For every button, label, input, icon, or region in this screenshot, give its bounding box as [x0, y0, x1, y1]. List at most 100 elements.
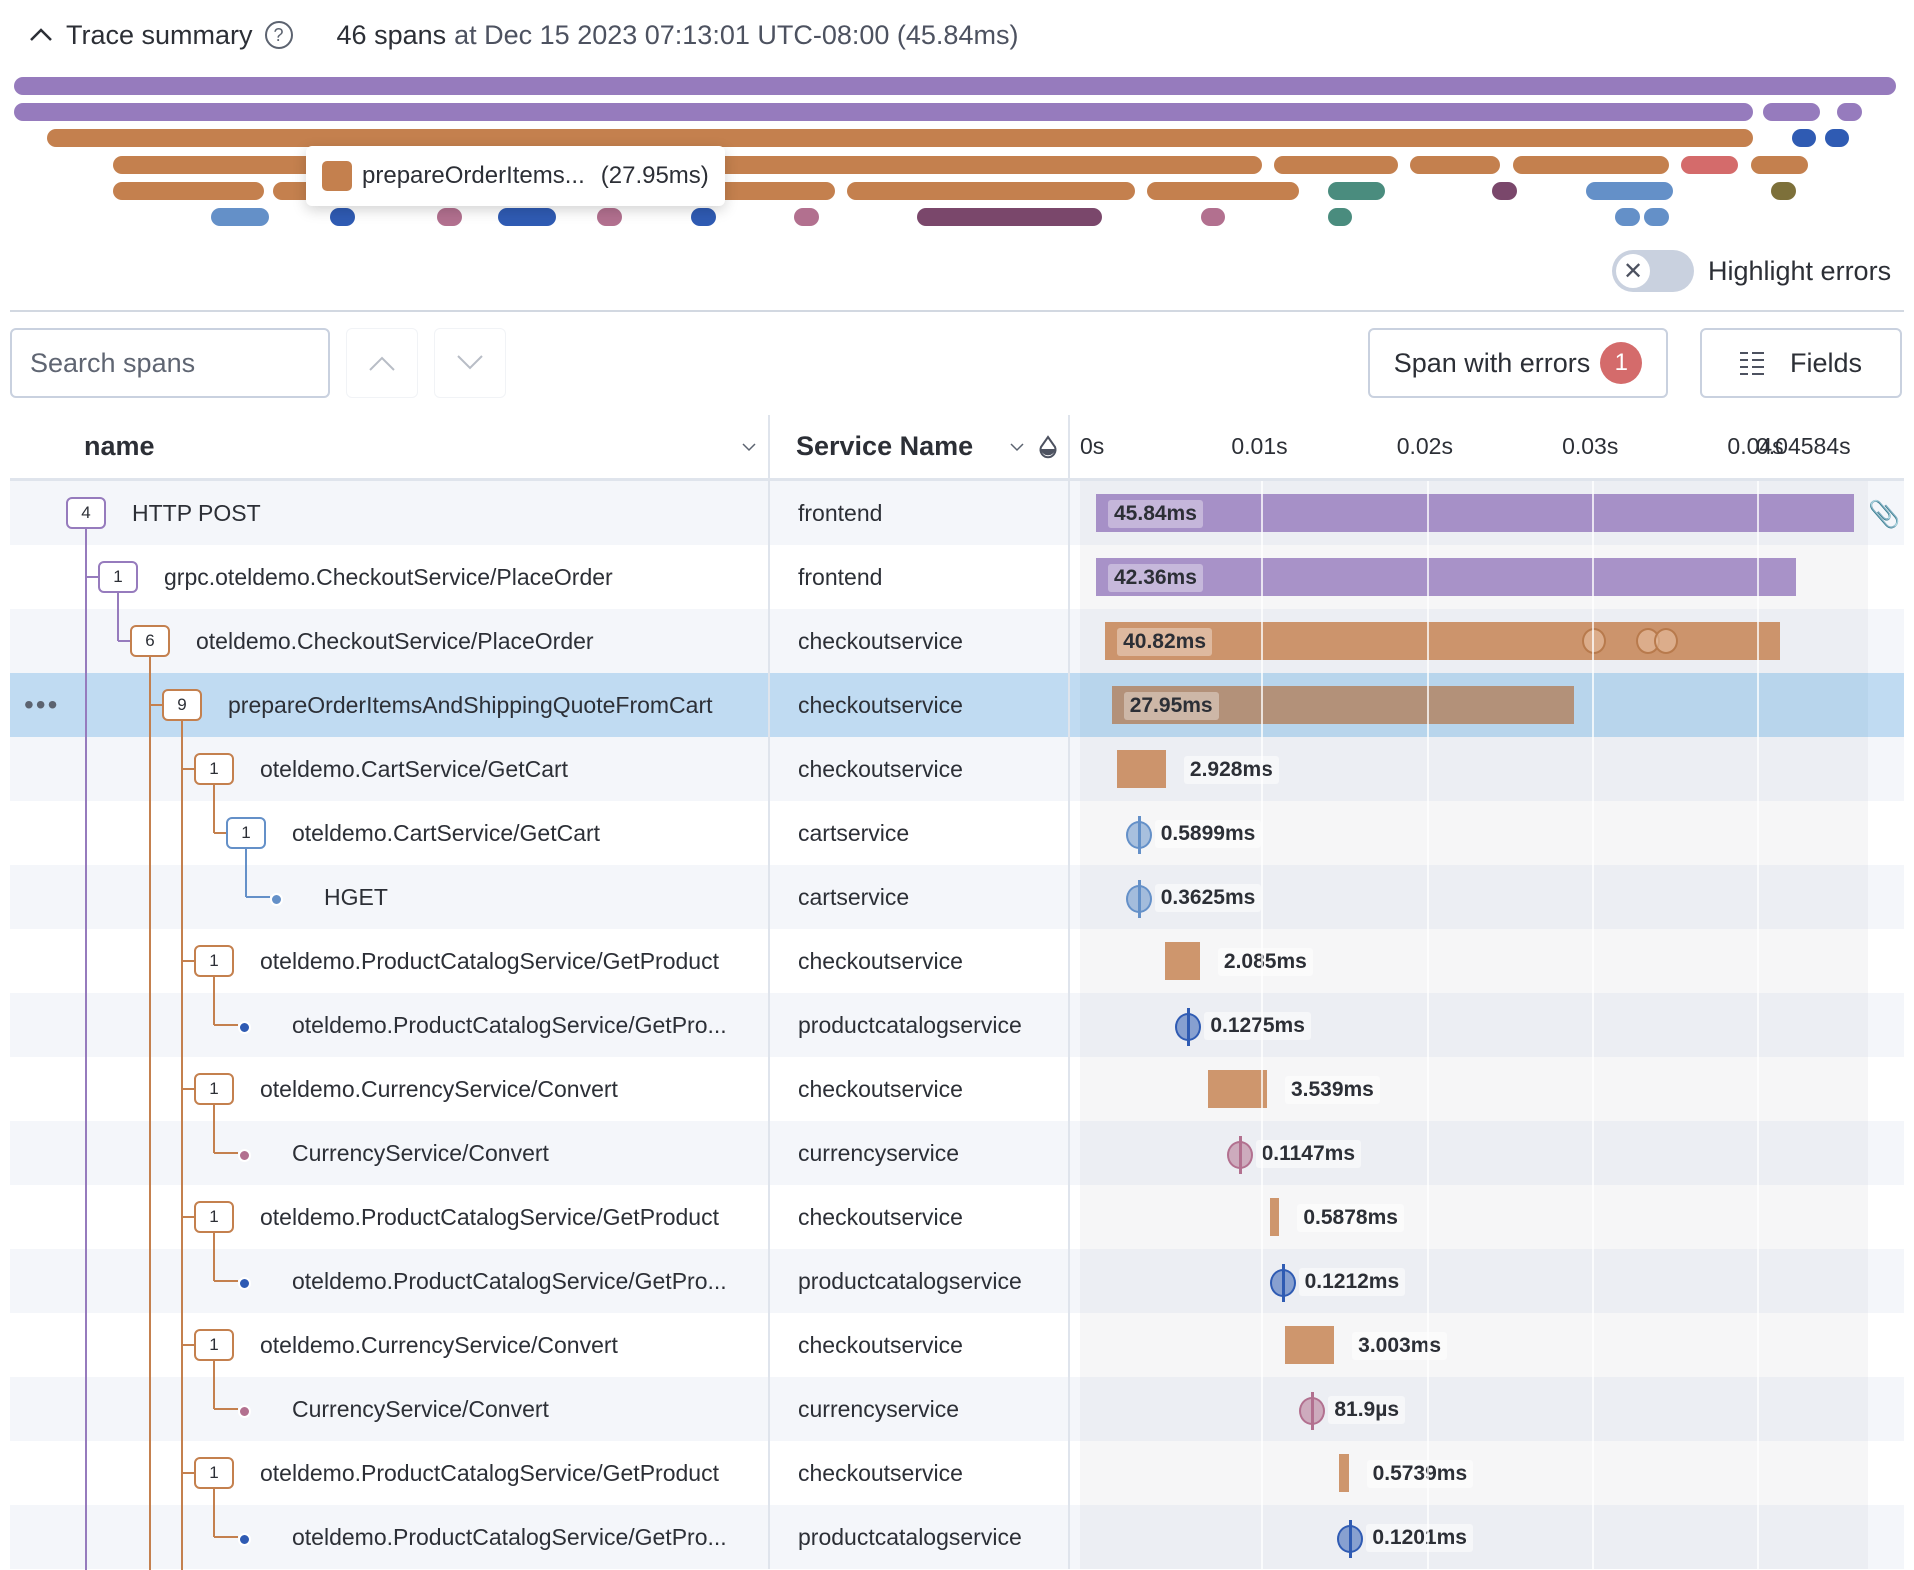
span-name[interactable]: oteldemo.CurrencyService/Convert: [260, 1057, 618, 1121]
minimap-span-bar[interactable]: [1492, 181, 1517, 200]
highlight-errors-toggle[interactable]: ✕: [1612, 250, 1694, 292]
span-duration-bar[interactable]: [1269, 1198, 1280, 1236]
span-name[interactable]: oteldemo.ProductCatalogService/GetProduc…: [260, 1441, 719, 1505]
span-name[interactable]: oteldemo.ProductCatalogService/GetPro...: [292, 1249, 727, 1313]
color-drop-icon[interactable]: [1038, 435, 1058, 459]
span-name[interactable]: CurrencyService/Convert: [292, 1121, 549, 1185]
span-duration-bar[interactable]: [1165, 942, 1200, 980]
span-row[interactable]: 1 oteldemo.CurrencyService/Convert checkou…: [10, 1313, 1904, 1377]
span-point-marker[interactable]: [1125, 821, 1152, 849]
column-resize-handle[interactable]: [1068, 415, 1070, 479]
minimap-span-bar[interactable]: [917, 208, 1102, 226]
minimap-span-bar[interactable]: [1586, 181, 1673, 200]
span-name[interactable]: oteldemo.ProductCatalogService/GetProduc…: [260, 929, 719, 993]
span-name[interactable]: oteldemo.ProductCatalogService/GetProduc…: [260, 1185, 719, 1249]
span-row[interactable]: 1 grpc.oteldemo.CheckoutService/PlaceOrde…: [10, 545, 1904, 609]
span-name[interactable]: oteldemo.ProductCatalogService/GetPro...: [292, 993, 727, 1057]
minimap-span-bar[interactable]: [596, 208, 622, 226]
fields-button[interactable]: Fields: [1700, 328, 1902, 398]
column-header-service[interactable]: Service Name: [796, 415, 973, 478]
child-count-toggle[interactable]: 9: [162, 689, 202, 721]
minimap-span-bar[interactable]: [1836, 103, 1862, 122]
span-duration-bar[interactable]: [1284, 1326, 1335, 1364]
child-count-toggle[interactable]: 1: [194, 945, 234, 977]
span-timeline-cell[interactable]: 42.36ms: [1068, 545, 1904, 609]
minimap-span-bar[interactable]: [1615, 208, 1640, 226]
span-row[interactable]: 1 oteldemo.CartService/GetCart cartservice…: [10, 801, 1904, 865]
span-row[interactable]: HGET cartservice 0.3625ms: [10, 865, 1904, 929]
span-timeline-cell[interactable]: 0.1201ms: [1068, 1505, 1904, 1569]
span-row[interactable]: 1 oteldemo.ProductCatalogService/GetProdu…: [10, 1185, 1904, 1249]
trace-minimap[interactable]: [0, 70, 1914, 240]
minimap-span-bar[interactable]: [330, 208, 355, 226]
span-row[interactable]: 1 oteldemo.CurrencyService/Convert checkou…: [10, 1057, 1904, 1121]
minimap-span-bar[interactable]: [1327, 181, 1386, 200]
span-row[interactable]: CurrencyService/Convert currencyservice 81…: [10, 1377, 1904, 1441]
span-duration-bar[interactable]: [1339, 1454, 1349, 1492]
span-name[interactable]: oteldemo.CheckoutService/PlaceOrder: [196, 609, 594, 673]
span-timeline-cell[interactable]: 45.84ms 📎: [1068, 481, 1904, 545]
span-timeline-cell[interactable]: 0.3625ms: [1068, 865, 1904, 929]
chevron-down-icon[interactable]: [1010, 442, 1024, 452]
span-name[interactable]: HGET: [324, 865, 388, 929]
minimap-span-bar[interactable]: [436, 208, 462, 226]
span-name[interactable]: CurrencyService/Convert: [292, 1377, 549, 1441]
next-match-button[interactable]: [434, 328, 506, 398]
span-timeline-cell[interactable]: 0.5739ms: [1068, 1441, 1904, 1505]
span-timeline-cell[interactable]: 27.95ms: [1068, 673, 1904, 737]
span-row[interactable]: 1 oteldemo.CartService/GetCart checkoutser…: [10, 737, 1904, 801]
span-duration-bar[interactable]: [1208, 1070, 1267, 1108]
span-timeline-cell[interactable]: 2.928ms: [1068, 737, 1904, 801]
child-count-toggle[interactable]: 4: [66, 497, 106, 529]
child-count-toggle[interactable]: 6: [130, 625, 170, 657]
minimap-span-bar[interactable]: [1750, 155, 1809, 174]
help-icon[interactable]: ?: [264, 21, 293, 49]
child-count-toggle[interactable]: 1: [194, 1457, 234, 1489]
span-duration-bar[interactable]: [1117, 750, 1166, 788]
minimap-span-bar[interactable]: [1327, 208, 1353, 226]
span-timeline-cell[interactable]: 3.003ms: [1068, 1313, 1904, 1377]
minimap-span-bar[interactable]: [1791, 129, 1817, 148]
minimap-span-bar[interactable]: [1643, 208, 1669, 226]
span-duration-bar[interactable]: [1096, 494, 1854, 532]
minimap-span-bar[interactable]: [691, 208, 717, 226]
span-name[interactable]: grpc.oteldemo.CheckoutService/PlaceOrder: [164, 545, 613, 609]
minimap-span-bar[interactable]: [1680, 155, 1739, 174]
span-row[interactable]: 1 oteldemo.ProductCatalogService/GetProdu…: [10, 929, 1904, 993]
span-name[interactable]: oteldemo.ProductCatalogService/GetPro...: [292, 1505, 727, 1569]
span-point-marker[interactable]: [1269, 1269, 1296, 1297]
child-count-toggle[interactable]: 1: [194, 753, 234, 785]
span-timeline-cell[interactable]: 3.539ms: [1068, 1057, 1904, 1121]
span-name[interactable]: oteldemo.CartService/GetCart: [260, 737, 568, 801]
minimap-span-bar[interactable]: [1200, 208, 1226, 226]
span-row[interactable]: 4 HTTP POST frontend 45.84ms 📎: [10, 481, 1904, 545]
minimap-span-bar[interactable]: [794, 208, 819, 226]
minimap-span-bar[interactable]: [1762, 103, 1821, 122]
minimap-span-bar[interactable]: [211, 208, 269, 226]
minimap-span-bar[interactable]: [14, 103, 1754, 122]
chevron-up-icon[interactable]: [26, 20, 56, 50]
span-row[interactable]: 1 oteldemo.ProductCatalogService/GetProdu…: [10, 1441, 1904, 1505]
span-row[interactable]: oteldemo.ProductCatalogService/GetPro...…: [10, 1505, 1904, 1569]
child-count-toggle[interactable]: 1: [226, 817, 266, 849]
span-row[interactable]: 6 oteldemo.CheckoutService/PlaceOrder chec…: [10, 609, 1904, 673]
child-count-toggle[interactable]: 1: [194, 1329, 234, 1361]
span-row[interactable]: oteldemo.ProductCatalogService/GetPro...…: [10, 993, 1904, 1057]
column-header-name[interactable]: name: [84, 415, 155, 478]
span-row[interactable]: oteldemo.ProductCatalogService/GetPro...…: [10, 1249, 1904, 1313]
minimap-span-bar[interactable]: [1274, 155, 1398, 174]
minimap-span-bar[interactable]: [1771, 181, 1796, 200]
previous-match-button[interactable]: [346, 328, 418, 398]
span-timeline-cell[interactable]: 0.1147ms: [1068, 1121, 1904, 1185]
minimap-span-bar[interactable]: [498, 208, 556, 226]
span-timeline-cell[interactable]: 2.085ms: [1068, 929, 1904, 993]
span-name[interactable]: oteldemo.CurrencyService/Convert: [260, 1313, 618, 1377]
span-point-marker[interactable]: [1226, 1141, 1253, 1169]
minimap-span-bar[interactable]: [1824, 129, 1850, 148]
search-spans-input[interactable]: [10, 328, 330, 398]
trace-summary-title[interactable]: Trace summary: [66, 20, 253, 51]
span-timeline-cell[interactable]: 81.9µs: [1068, 1377, 1904, 1441]
span-point-marker[interactable]: [1125, 885, 1152, 913]
child-count-toggle[interactable]: 1: [194, 1073, 234, 1105]
child-count-toggle[interactable]: 1: [194, 1201, 234, 1233]
